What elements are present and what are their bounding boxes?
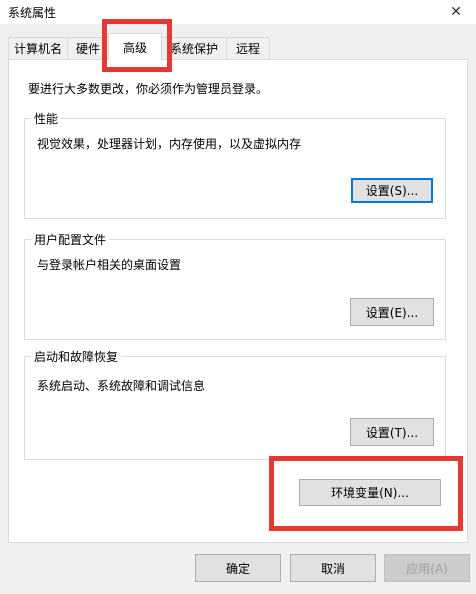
tab-system-protection[interactable]: 系统保护 xyxy=(161,37,227,59)
apply-button[interactable]: 应用(A) xyxy=(384,554,470,582)
title-bar: 系统属性 ✕ xyxy=(0,0,476,24)
user-profiles-group-title: 用户配置文件 xyxy=(31,231,110,248)
tab-hardware[interactable]: 硬件 xyxy=(67,37,109,59)
admin-note: 要进行大多数更改，你必须作为管理员登录。 xyxy=(28,82,269,96)
user-profiles-description: 与登录帐户相关的桌面设置 xyxy=(37,258,182,272)
environment-variables-button[interactable]: 环境变量(N)... xyxy=(299,479,441,506)
ok-button[interactable]: 确定 xyxy=(195,554,281,582)
tab-computer-name[interactable]: 计算机名 xyxy=(8,37,68,59)
startup-recovery-description: 系统启动、系统故障和调试信息 xyxy=(37,379,206,393)
tab-advanced[interactable]: 高级 xyxy=(108,33,162,60)
startup-recovery-group-title: 启动和故障恢复 xyxy=(31,348,122,365)
close-icon[interactable]: ✕ xyxy=(436,0,476,24)
performance-settings-button[interactable]: 设置(S)... xyxy=(351,178,433,203)
user-profiles-settings-button[interactable]: 设置(E)... xyxy=(350,298,434,326)
startup-recovery-settings-button[interactable]: 设置(T)... xyxy=(350,418,434,446)
performance-group-title: 性能 xyxy=(31,110,62,127)
cancel-button[interactable]: 取消 xyxy=(290,554,376,582)
performance-description: 视觉效果，处理器计划，内存使用，以及虚拟内存 xyxy=(37,137,302,151)
performance-group: 性能 视觉效果，处理器计划，内存使用，以及虚拟内存 xyxy=(24,110,446,219)
window-title: 系统属性 xyxy=(8,6,57,20)
tab-remote[interactable]: 远程 xyxy=(226,37,270,59)
